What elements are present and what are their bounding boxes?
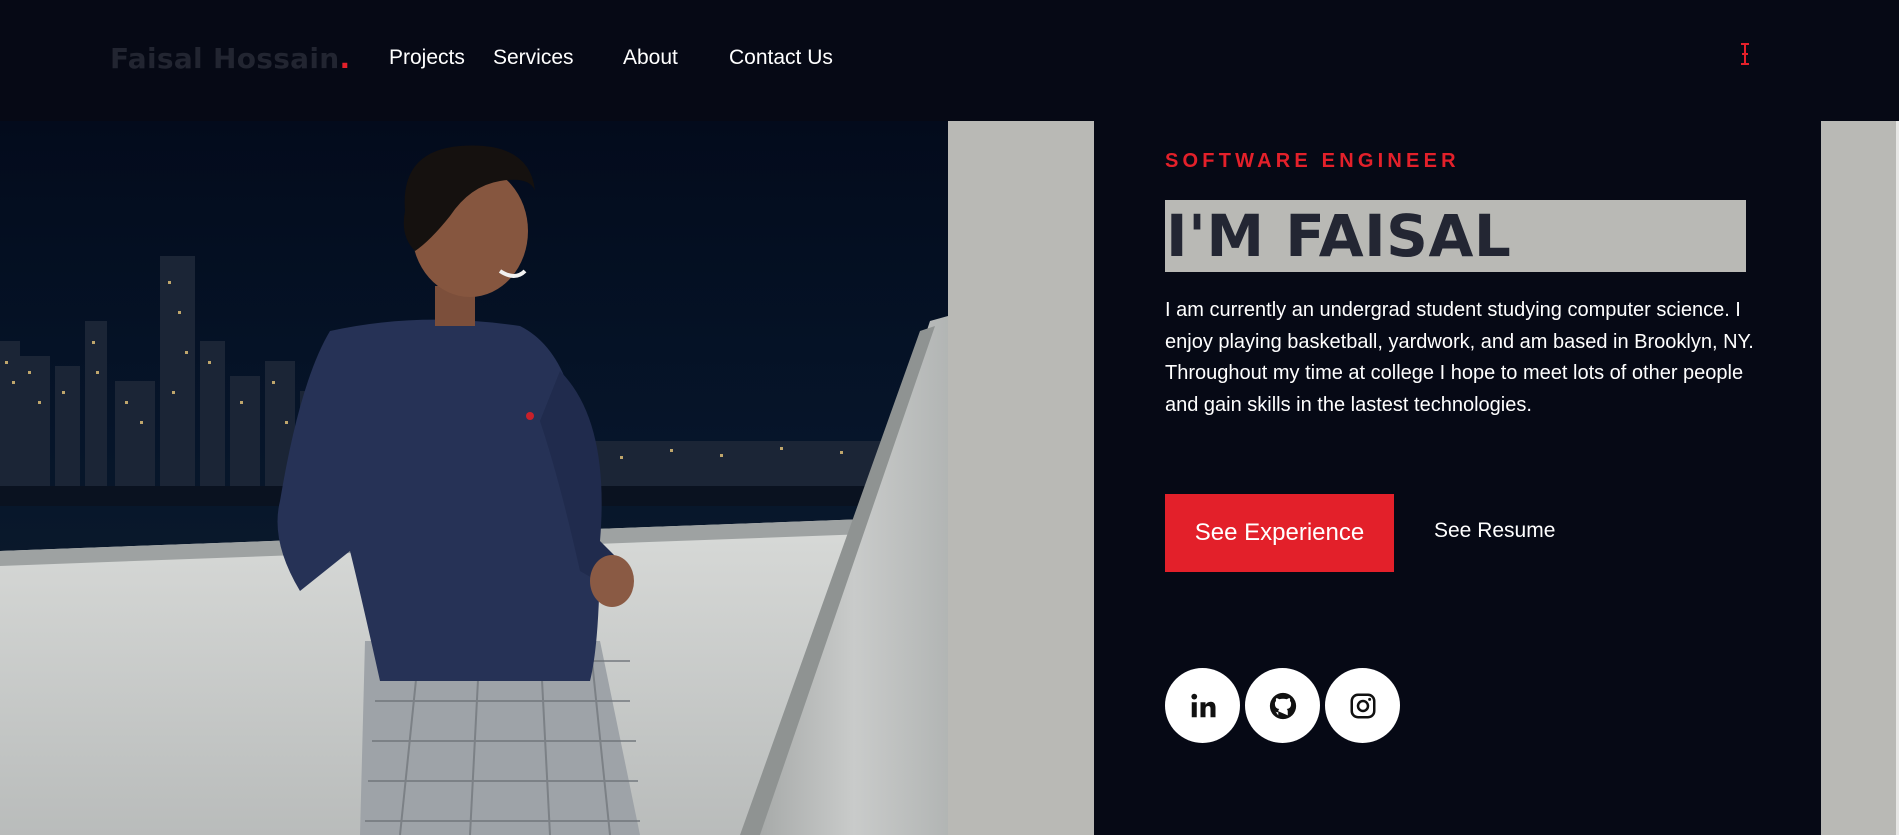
page: Faisal Hossain. Projects Services About … [0, 0, 1899, 835]
role-label: SOFTWARE ENGINEER [1165, 150, 1460, 172]
logo-dot: . [339, 42, 351, 75]
github-icon [1269, 692, 1296, 719]
see-resume-link[interactable]: See Resume [1434, 519, 1555, 543]
page-title: I'M FAISAL [1166, 202, 1512, 270]
text-cursor-icon [1741, 43, 1749, 65]
hero-photo [0, 121, 948, 835]
nav-services[interactable]: Services [493, 46, 574, 70]
linkedin-link[interactable] [1165, 668, 1240, 743]
nav-about[interactable]: About [623, 46, 678, 70]
nav-projects[interactable]: Projects [389, 46, 465, 70]
nav-contact-us[interactable]: Contact Us [729, 46, 833, 70]
linkedin-icon [1190, 693, 1215, 717]
instagram-link[interactable] [1325, 668, 1400, 743]
see-experience-button[interactable]: See Experience [1165, 494, 1394, 572]
instagram-icon [1350, 693, 1375, 718]
bio-text: I am currently an undergrad student stud… [1165, 299, 1754, 416]
site-header: Faisal Hossain. Projects Services About … [0, 0, 1899, 121]
logo-name: Faisal Hossain [110, 42, 340, 75]
decorative-panel-right [1821, 121, 1896, 835]
decorative-panel-left [948, 121, 1094, 835]
github-link[interactable] [1245, 668, 1320, 743]
site-logo[interactable]: Faisal Hossain. [110, 42, 350, 75]
